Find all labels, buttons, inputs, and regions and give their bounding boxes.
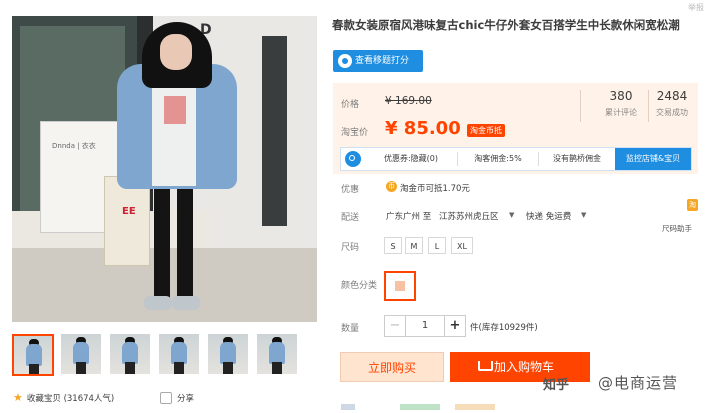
score-icon — [338, 54, 352, 68]
photo-tshirt-print — [164, 96, 186, 124]
product-title: 春款女装原宿风港味复古chic牛仔外套女百搭学生中长款休闲宽松潮 — [332, 18, 680, 32]
share-link[interactable]: 分享 — [160, 392, 194, 404]
cutoff-row-badge — [400, 404, 440, 410]
thumbnail-5[interactable] — [208, 334, 248, 374]
review-count-label: 累计评论 — [605, 108, 637, 117]
photo-shoe-left — [144, 296, 172, 310]
thumbnail-figure-body — [220, 342, 236, 364]
thumbnail-figure-legs — [125, 362, 135, 374]
original-price: ¥ 169.00 — [385, 95, 432, 107]
quantity-decrement-button[interactable]: − — [384, 315, 406, 337]
thumbnail-figure-body — [269, 342, 285, 364]
cutoff-row-icon — [341, 404, 355, 410]
shipping-destination[interactable]: 江苏苏州虎丘区 — [439, 210, 499, 222]
thumbnail-figure-legs — [29, 364, 39, 374]
star-icon: ★ — [13, 391, 23, 404]
zhihu-watermark-logo: 知乎 — [543, 378, 570, 393]
thumbnail-figure-legs — [174, 362, 184, 374]
coupon-text: 淘金币可抵1.70元 — [400, 184, 470, 194]
thumbnail-figure-legs — [76, 362, 86, 374]
size-option-m[interactable]: M — [405, 237, 423, 254]
main-product-image: D Dnnda | 衣衣 EE — [12, 16, 317, 322]
shipping-label: 配送 — [341, 213, 360, 223]
photo-face — [160, 34, 192, 70]
size-label: 尺码 — [341, 243, 360, 253]
price-label: 价格 — [341, 100, 360, 110]
color-option-label: 蓝 — [394, 283, 395, 284]
photo-shoe-right — [172, 296, 200, 310]
stock-text: 件(库存10929件) — [470, 323, 538, 333]
report-link[interactable]: 举报 — [688, 2, 704, 13]
color-option-blue[interactable] — [384, 271, 416, 301]
thumbnail-3[interactable] — [110, 334, 150, 374]
size-helper-badge[interactable]: 淘 — [687, 199, 698, 211]
thumbnail-figure-body — [122, 342, 138, 364]
thumbnail-figure-body — [73, 342, 89, 364]
thumbnail-2[interactable] — [61, 334, 101, 374]
color-swatch-fill — [395, 281, 405, 291]
thumbnail-4[interactable] — [159, 334, 199, 374]
size-option-s[interactable]: S — [384, 237, 402, 254]
coupon-label: 优惠 — [341, 185, 360, 195]
watermark-handle: @电商运营 — [598, 374, 679, 392]
promo-coupon[interactable]: 优惠券:隐藏(0) — [365, 148, 457, 170]
photo-dark-panel — [262, 36, 287, 226]
shipping-method[interactable]: 快递 免运费 — [526, 210, 571, 222]
photo-leg-right — [177, 181, 193, 301]
thumbnail-figure-legs — [223, 362, 233, 374]
tb-price-badge: 淘金币抵 — [467, 124, 505, 137]
thumbnail-6[interactable] — [257, 334, 297, 374]
photo-white-top — [152, 76, 196, 186]
shipping-origin: 广东广州 至 — [386, 212, 432, 222]
share-icon — [160, 392, 172, 404]
promo-queqiao[interactable]: 没有鹊桥佣金 — [539, 148, 615, 170]
chevron-down-icon[interactable]: ▼ — [581, 211, 586, 219]
add-to-cart-label: 加入购物车 — [494, 360, 555, 374]
favorite-link[interactable]: ★ 收藏宝贝 (31674人气) — [13, 391, 114, 404]
photo-leg-left — [154, 181, 170, 301]
score-button[interactable]: 查看移题打分 — [333, 50, 423, 72]
score-button-label: 查看移题打分 — [355, 56, 410, 66]
photo-signboard-text: Dnnda | 衣衣 — [52, 142, 96, 150]
buy-now-button[interactable]: 立即购买 — [340, 352, 444, 382]
promo-bar: 优惠券:隐藏(0) 淘客佣金:5% 没有鹊桥佣金 监控店铺&宝贝 — [340, 147, 692, 171]
thumbnail-1[interactable] — [12, 334, 54, 376]
size-helper-link[interactable]: 尺码助手 — [662, 223, 692, 234]
monitor-shop-button[interactable]: 监控店铺&宝贝 — [615, 148, 691, 170]
cutoff-row-badge — [455, 404, 495, 410]
quantity-input[interactable]: 1 — [406, 315, 444, 337]
thumbnail-figure-body — [171, 342, 187, 364]
review-count: 380 — [609, 89, 633, 103]
thumbnail-figure-legs — [272, 362, 282, 374]
photo-tote-bag — [104, 176, 150, 266]
size-option-l[interactable]: L — [428, 237, 446, 254]
sales-count: 2484 — [656, 89, 688, 103]
size-option-xl[interactable]: XL — [451, 237, 473, 254]
promo-commission[interactable]: 淘客佣金:5% — [458, 148, 538, 170]
photo-tote-text: EE — [122, 206, 136, 217]
coin-icon: 币 — [386, 181, 397, 192]
clock-icon — [345, 151, 361, 167]
cart-icon — [478, 361, 493, 371]
chevron-down-icon[interactable]: ▼ — [509, 211, 514, 219]
quantity-increment-button[interactable]: + — [444, 315, 466, 337]
share-label: 分享 — [177, 394, 195, 404]
color-label: 颜色分类 — [341, 281, 378, 291]
tb-price: ¥ 85.00 — [385, 118, 461, 139]
favorite-label: 收藏宝贝 (31674人气) — [26, 393, 115, 404]
sales-count-label: 交易成功 — [656, 108, 688, 117]
tb-price-label: 淘宝价 — [341, 128, 369, 138]
quantity-label: 数量 — [341, 324, 360, 334]
stats-divider — [580, 90, 581, 122]
thumbnail-figure-body — [26, 344, 42, 366]
